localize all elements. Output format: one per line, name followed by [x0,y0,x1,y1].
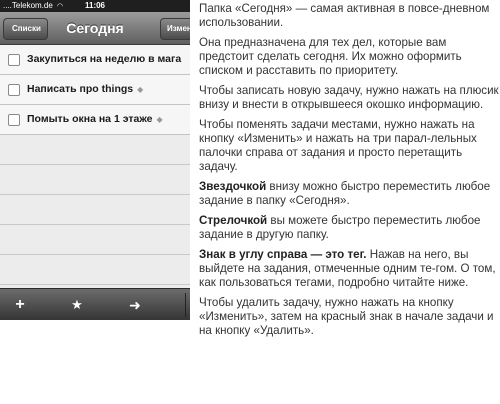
arrow-right-icon[interactable]: ➜ [120,289,150,320]
task-checkbox[interactable] [8,114,20,126]
paragraph: Знак в углу справа — это тег. Нажав на н… [199,248,499,290]
lists-back-button[interactable]: Списки [3,18,48,40]
paragraph: Чтобы удалить задачу, нужно нажать на кн… [199,296,494,337]
task-label: Помыть окна на 1 этаже ◆ [27,105,163,134]
status-time: 11:06 [84,1,106,10]
task-row[interactable]: Написать про things ◆ [0,75,190,105]
task-label-text: Помыть окна на 1 этаже [27,113,153,125]
paragraph: Чтобы поменять задачи местами, нужно наж… [199,118,477,173]
task-row[interactable]: Закупиться на неделю в мага [0,45,190,75]
paragraph: Папка «Сегодня» — самая активная в повсе… [199,2,490,29]
star-icon[interactable]: ★ [62,289,92,320]
tag-icon[interactable]: ◆ [156,105,162,134]
paragraph: Звездочкой внизу можно быстро переместит… [199,180,499,208]
task-list: Закупиться на неделю в мага Написать про… [0,45,190,288]
nav-bar: Списки Сегодня Измен [0,12,190,45]
status-bar: ....Telekom.de ◠ 11:06 [0,0,190,12]
task-checkbox[interactable] [8,84,20,96]
toolbar-divider [185,293,186,317]
bold-term: Знак в углу справа — это тег. [199,248,367,261]
paragraph: Стрелочкой вы можете быстро переместить … [199,214,499,242]
task-label: Написать про things ◆ [27,75,143,104]
tag-icon[interactable]: ◆ [137,75,143,104]
page-title: Сегодня [66,20,124,36]
plus-icon[interactable]: + [5,289,35,320]
task-label-text: Закупиться на неделю в мага [27,53,182,65]
edit-button[interactable]: Измен [160,18,190,40]
task-label: Закупиться на неделю в мага [27,45,181,74]
task-checkbox[interactable] [8,54,20,66]
bottom-toolbar: + ★ ➜ [0,288,190,320]
iphone-screenshot: ....Telekom.de ◠ 11:06 Списки Сегодня Изм… [0,0,190,320]
bold-term: Звездочкой [199,180,267,193]
task-row[interactable]: Помыть окна на 1 этаже ◆ [0,105,190,135]
bold-term: Стрелочкой [199,214,268,227]
paragraph: Она предназначена для тех дел, которые в… [199,36,462,77]
task-label-text: Написать про things [27,83,134,95]
article-text: Папка «Сегодня» — самая активная в повсе… [199,2,499,344]
paragraph: Чтобы записать новую задачу, нужно нажат… [199,84,499,111]
